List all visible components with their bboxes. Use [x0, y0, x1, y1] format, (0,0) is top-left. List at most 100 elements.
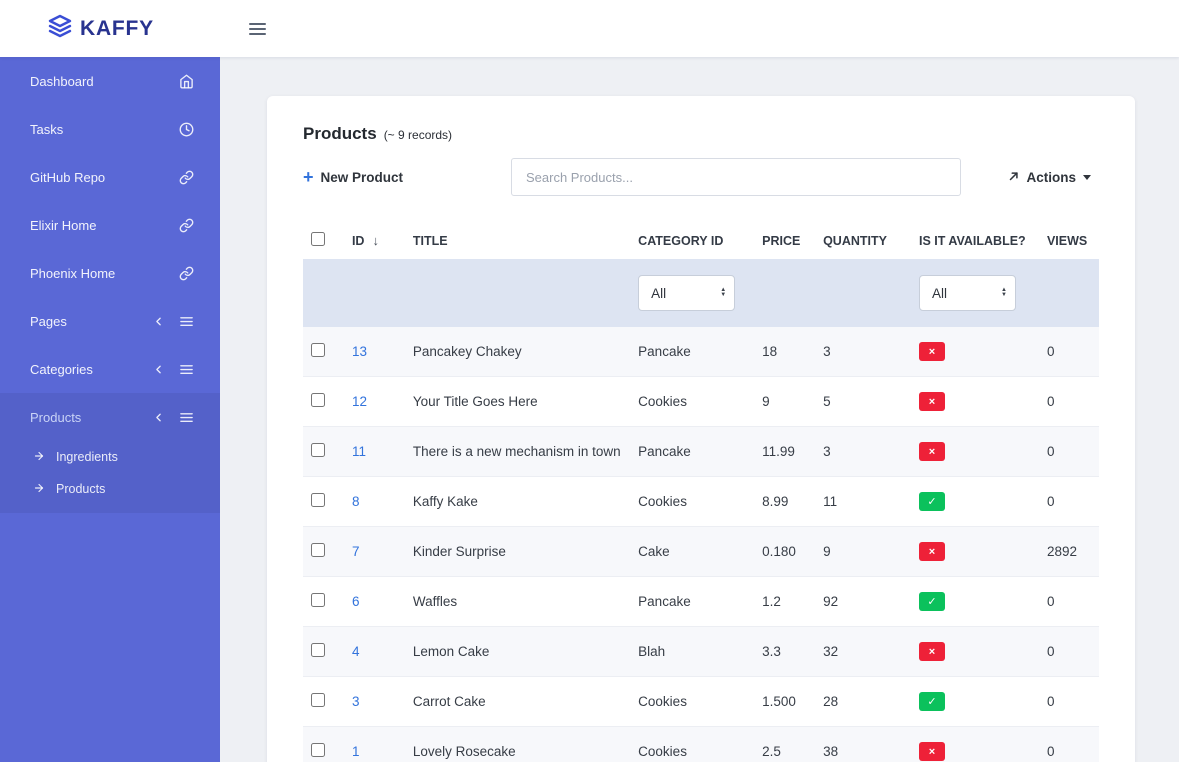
sidebar-item-elixir-home[interactable]: Elixir Home — [0, 201, 220, 249]
row-price: 18 — [754, 327, 815, 377]
page-title: Products — [303, 124, 377, 144]
select-all-checkbox[interactable] — [311, 232, 325, 246]
row-views: 2892 — [1039, 527, 1099, 577]
table-body: 13Pancakey ChakeyPancake183×012Your Titl… — [303, 327, 1099, 762]
row-id-link[interactable]: 4 — [352, 644, 360, 659]
row-checkbox[interactable] — [311, 343, 325, 357]
sidebar-item-pages[interactable]: Pages — [0, 297, 220, 345]
available-badge: ✓ — [919, 692, 945, 711]
column-header-available: IS IT AVAILABLE? — [911, 222, 1039, 259]
sidebar-item-label: GitHub Repo — [30, 170, 105, 185]
row-category-id: Pancake — [630, 427, 754, 477]
products-table: ID↓ TITLE CATEGORY ID PRICE QUANTITY IS … — [303, 222, 1099, 762]
plus-icon: + — [303, 168, 314, 186]
new-product-button[interactable]: + New Product — [303, 168, 511, 186]
hamburger-menu-icon[interactable] — [247, 16, 268, 42]
sidebar-item-label: Elixir Home — [30, 218, 96, 233]
sidebar-item-categories[interactable]: Categories — [0, 345, 220, 393]
row-price: 1.2 — [754, 577, 815, 627]
brand-name: KAFFY — [80, 17, 154, 41]
actions-label: Actions — [1026, 170, 1076, 185]
row-checkbox[interactable] — [311, 443, 325, 457]
sidebar-item-phoenix-home[interactable]: Phoenix Home — [0, 249, 220, 297]
row-checkbox[interactable] — [311, 643, 325, 657]
toolbar: + New Product Actions — [303, 158, 1099, 196]
row-id-link[interactable]: 1 — [352, 744, 360, 759]
column-header-views: VIEWS — [1039, 222, 1099, 259]
unavailable-badge: × — [919, 542, 945, 561]
row-id-link[interactable]: 13 — [352, 344, 367, 359]
table-row: 12Your Title Goes HereCookies95×0 — [303, 377, 1099, 427]
chevron-left-icon — [152, 315, 165, 328]
row-price: 3.3 — [754, 627, 815, 677]
row-price: 0.180 — [754, 527, 815, 577]
sidebar-item-label: Categories — [30, 362, 93, 377]
row-id-link[interactable]: 3 — [352, 694, 360, 709]
available-filter-select[interactable]: All — [919, 275, 1016, 311]
table-row: 1Lovely RosecakeCookies2.538×0 — [303, 727, 1099, 762]
row-id-link[interactable]: 6 — [352, 594, 360, 609]
row-id-link[interactable]: 12 — [352, 394, 367, 409]
row-id-link[interactable]: 8 — [352, 494, 360, 509]
row-id-link[interactable]: 11 — [352, 444, 366, 459]
row-price: 8.99 — [754, 477, 815, 527]
search-input[interactable] — [511, 158, 961, 196]
link-icon — [179, 170, 194, 185]
table-row: 11 There is a new mechanism in townPancak… — [303, 427, 1099, 477]
list-icon — [179, 410, 194, 425]
row-checkbox[interactable] — [311, 393, 325, 407]
row-quantity: 3 — [815, 327, 911, 377]
brand-logo: KAFFY — [0, 14, 220, 43]
row-views: 0 — [1039, 727, 1099, 762]
top-header: KAFFY — [0, 0, 1179, 57]
row-price: 2.5 — [754, 727, 815, 762]
list-icon — [179, 314, 194, 329]
row-price: 9 — [754, 377, 815, 427]
sidebar-item-dashboard[interactable]: Dashboard — [0, 57, 220, 105]
row-views: 0 — [1039, 477, 1099, 527]
row-quantity: 38 — [815, 727, 911, 762]
sidebar-item-label: Phoenix Home — [30, 266, 115, 281]
table-row: 3Carrot CakeCookies1.50028✓0 — [303, 677, 1099, 727]
row-title: Kinder Surprise — [405, 527, 630, 577]
row-quantity: 3 — [815, 427, 911, 477]
row-quantity: 11 — [815, 477, 911, 527]
column-header-category-id: CATEGORY ID — [630, 222, 754, 259]
actions-dropdown-button[interactable]: Actions — [1007, 169, 1091, 186]
sidebar-item-github-repo[interactable]: GitHub Repo — [0, 153, 220, 201]
row-price: 1.500 — [754, 677, 815, 727]
row-title: Pancakey Chakey — [405, 327, 630, 377]
row-title: Carrot Cake — [405, 677, 630, 727]
sidebar-subitem-ingredients[interactable]: Ingredients — [0, 441, 220, 473]
row-title: Lovely Rosecake — [405, 727, 630, 762]
row-category-id: Cake — [630, 527, 754, 577]
row-checkbox[interactable] — [311, 593, 325, 607]
row-quantity: 5 — [815, 377, 911, 427]
row-id-link[interactable]: 7 — [352, 544, 360, 559]
column-header-id[interactable]: ID↓ — [344, 222, 405, 259]
row-checkbox[interactable] — [311, 743, 325, 757]
row-checkbox[interactable] — [311, 543, 325, 557]
row-title: Kaffy Kake — [405, 477, 630, 527]
sidebar-item-tasks[interactable]: Tasks — [0, 105, 220, 153]
row-checkbox[interactable] — [311, 693, 325, 707]
category-filter-select[interactable]: All — [638, 275, 735, 311]
table-row: 7 Kinder SurpriseCake0.1809 × 2892 — [303, 527, 1099, 577]
column-header-title: TITLE — [405, 222, 630, 259]
table-row: 13Pancakey ChakeyPancake183×0 — [303, 327, 1099, 377]
sidebar-subitem-products[interactable]: Products — [0, 473, 220, 505]
arrow-right-icon — [33, 482, 45, 497]
row-quantity: 9 — [815, 527, 911, 577]
row-title: There is a new mechanism in town — [405, 427, 630, 477]
arrow-up-right-icon — [1007, 169, 1026, 186]
link-icon — [179, 218, 194, 233]
row-category-id: Cookies — [630, 377, 754, 427]
sidebar-item-products[interactable]: Products — [0, 393, 220, 441]
main-content: Products (~ 9 records) + New Product Act… — [220, 0, 1179, 762]
sidebar-item-label: Tasks — [30, 122, 63, 137]
row-quantity: 28 — [815, 677, 911, 727]
new-product-label: New Product — [321, 170, 404, 185]
row-checkbox[interactable] — [311, 493, 325, 507]
table-row: 8Kaffy KakeCookies8.9911✓0 — [303, 477, 1099, 527]
link-icon — [179, 266, 194, 281]
